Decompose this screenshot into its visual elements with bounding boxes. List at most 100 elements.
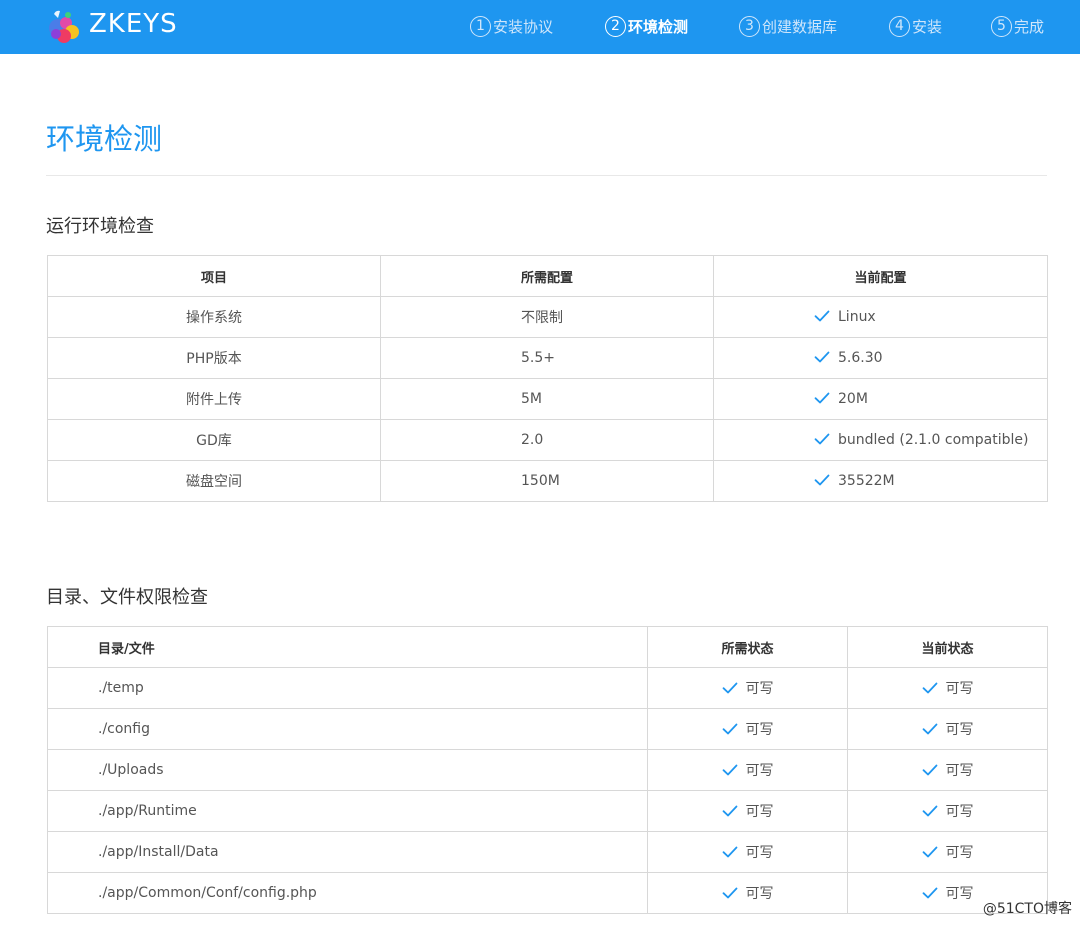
dir-required-cell: 可写 — [647, 749, 848, 791]
env-current-cell: Linux — [713, 296, 1048, 338]
step-label: 创建数据库 — [762, 17, 838, 36]
check-icon — [722, 887, 738, 899]
top-bar: ZKEYS 1 安装协议 2 环境检测 3 创建数据库 4 安装 5 完成 — [0, 0, 1080, 54]
check-icon — [814, 474, 830, 486]
dir-current-cell: 可写 — [847, 749, 1048, 791]
env-current-cell: 35522M — [713, 460, 1048, 502]
env-item-cell: 操作系统 — [47, 296, 381, 338]
dir-current-cell-text: 可写 — [945, 804, 974, 820]
step-create-database[interactable]: 3 创建数据库 — [739, 13, 837, 39]
env-item-cell-text: 附件上传 — [186, 392, 242, 408]
check-icon — [922, 805, 938, 817]
env-item-cell: 磁盘空间 — [47, 460, 381, 502]
step-label: 环境检测 — [628, 17, 689, 36]
step-install[interactable]: 4 安装 — [889, 13, 942, 39]
dir-path-cell: ./config — [47, 708, 648, 750]
env-required-cell: 不限制 — [380, 296, 714, 338]
dir-path-cell: ./temp — [47, 667, 648, 709]
env-required-cell: 2.0 — [380, 419, 714, 461]
table-row: PHP版本 5.5+ 5.6.30 — [47, 337, 1048, 379]
dir-required-cell-text: 可写 — [745, 722, 774, 738]
dir-required-cell-text: 可写 — [745, 804, 774, 820]
dir-required-cell: 可写 — [647, 872, 848, 914]
check-icon — [922, 764, 938, 776]
env-current-cell: bundled (2.1.0 compatible) — [713, 419, 1048, 461]
dir-required-cell-text: 可写 — [745, 886, 774, 902]
env-required-cell-text: 2.0 — [521, 432, 544, 448]
step-finish[interactable]: 5 完成 — [991, 13, 1044, 39]
dir-current-cell-text: 可写 — [945, 763, 974, 779]
table-row: ./Uploads 可写 可写 — [47, 749, 1048, 791]
env-required-cell-text: 不限制 — [521, 310, 563, 326]
env-required-cell: 150M — [380, 460, 714, 502]
check-icon — [814, 310, 830, 322]
dir-required-cell-text: 可写 — [745, 763, 774, 779]
page-title: 环境检测 — [46, 122, 163, 156]
step-label: 安装协议 — [493, 17, 554, 36]
dir-path-cell: ./app/Common/Conf/config.php — [47, 872, 648, 914]
env-required-cell-text: 5M — [521, 391, 542, 407]
env-current-cell-text: 5.6.30 — [838, 350, 883, 366]
env-required-cell: 5M — [380, 378, 714, 420]
dir-current-cell-text: 可写 — [945, 681, 974, 697]
title-divider — [46, 175, 1047, 176]
check-icon — [814, 392, 830, 404]
table-row: 附件上传 5M 20M — [47, 378, 1048, 420]
dir-required-cell: 可写 — [647, 790, 848, 832]
column-header-current: 当前配置 — [713, 255, 1048, 297]
env-item-cell: GD库 — [47, 419, 381, 461]
env-section-title: 运行环境检查 — [46, 216, 154, 237]
table-row: ./app/Install/Data 可写 可写 — [47, 831, 1048, 873]
table-row: ./app/Runtime 可写 可写 — [47, 790, 1048, 832]
env-current-cell: 20M — [713, 378, 1048, 420]
dir-current-cell-text: 可写 — [945, 886, 974, 902]
env-current-cell-text: 20M — [838, 391, 868, 407]
env-current-cell-text: 35522M — [838, 473, 895, 489]
step-label: 安装 — [912, 17, 943, 36]
env-item-cell-text: 磁盘空间 — [186, 474, 242, 490]
env-current-cell-text: Linux — [838, 309, 876, 325]
dir-permission-table: 目录/文件 所需状态 当前状态 ./temp 可写 可写 ./config 可写 可写 ./… — [47, 626, 1048, 914]
check-icon — [814, 351, 830, 363]
table-row: ./temp 可写 可写 — [47, 667, 1048, 709]
dir-path-cell-text: ./app/Runtime — [98, 803, 197, 819]
dir-current-cell: 可写 — [847, 790, 1048, 832]
dir-current-cell: 可写 — [847, 667, 1048, 709]
step-number: 2 — [605, 15, 626, 37]
env-item-cell-text: 操作系统 — [186, 310, 242, 326]
check-icon — [722, 805, 738, 817]
check-icon — [722, 764, 738, 776]
dir-required-cell: 可写 — [647, 667, 848, 709]
dir-required-cell-text: 可写 — [745, 845, 774, 861]
check-icon — [922, 723, 938, 735]
env-item-cell: PHP版本 — [47, 337, 381, 379]
dir-current-cell-text: 可写 — [945, 845, 974, 861]
table-header-row: 目录/文件 所需状态 当前状态 — [47, 626, 1048, 668]
dir-required-cell: 可写 — [647, 831, 848, 873]
check-icon — [722, 846, 738, 858]
check-icon — [722, 723, 738, 735]
column-header-current-status: 当前状态 — [847, 626, 1048, 668]
table-row: GD库 2.0 bundled (2.1.0 compatible) — [47, 419, 1048, 461]
step-number: 1 — [470, 15, 491, 37]
env-check-table: 项目 所需配置 当前配置 操作系统 不限制 Linux PHP版本 5.5+ 5.6.30… — [47, 255, 1048, 502]
env-current-cell: 5.6.30 — [713, 337, 1048, 379]
step-number: 5 — [991, 15, 1012, 37]
env-required-cell-text: 150M — [521, 473, 560, 489]
env-required-cell-text: 5.5+ — [521, 350, 555, 366]
env-item-cell: 附件上传 — [47, 378, 381, 420]
dir-path-cell-text: ./temp — [98, 680, 144, 696]
step-install-agreement[interactable]: 1 安装协议 — [470, 13, 553, 39]
step-number: 4 — [889, 15, 910, 37]
dir-path-cell-text: ./Uploads — [98, 762, 164, 778]
dir-path-cell: ./Uploads — [47, 749, 648, 791]
check-icon — [722, 682, 738, 694]
dir-current-cell: 可写 — [847, 708, 1048, 750]
table-header-row: 项目 所需配置 当前配置 — [47, 255, 1048, 297]
step-environment-check[interactable]: 2 环境检测 — [605, 13, 688, 39]
dir-path-cell-text: ./app/Install/Data — [98, 844, 219, 860]
table-row: 磁盘空间 150M 35522M — [47, 460, 1048, 502]
env-item-cell-text: GD库 — [196, 433, 232, 449]
table-row: 操作系统 不限制 Linux — [47, 296, 1048, 338]
watermark: @51CTO博客 — [982, 901, 1072, 917]
